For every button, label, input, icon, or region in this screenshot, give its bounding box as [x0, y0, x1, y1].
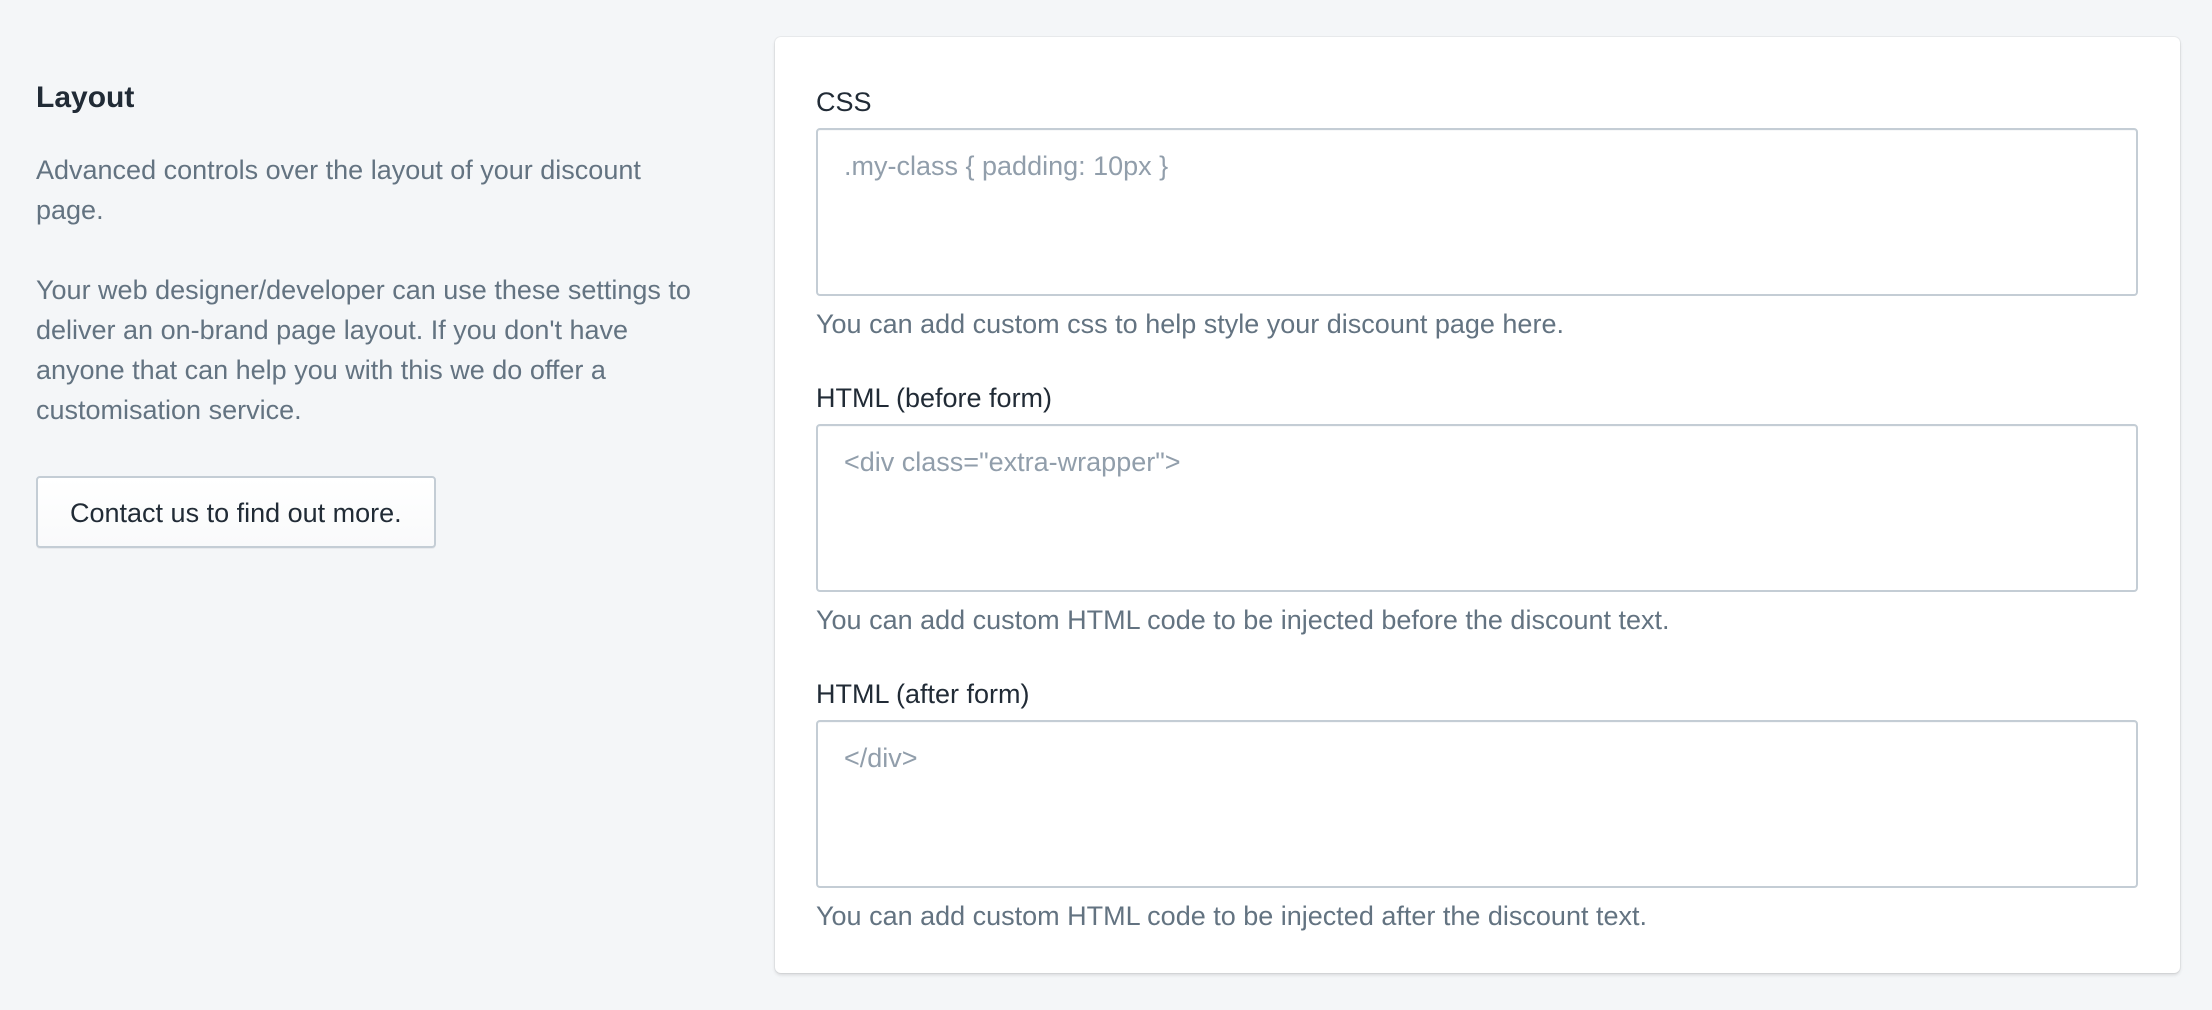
- html-before-textarea[interactable]: [816, 424, 2138, 592]
- section-title: Layout: [36, 81, 135, 114]
- html-after-textarea[interactable]: [816, 720, 2138, 888]
- html-after-field: HTML (after form) You can add custom HTM…: [816, 674, 2139, 936]
- layout-settings-section: Layout Advanced controls over the layout…: [0, 0, 2212, 1010]
- css-field: CSS You can add custom css to help style…: [816, 82, 2139, 344]
- section-description: Advanced controls over the layout of you…: [36, 155, 641, 225]
- contact-us-button[interactable]: Contact us to find out more.: [36, 476, 436, 548]
- css-textarea[interactable]: [816, 128, 2138, 296]
- html-after-label: HTML (after form): [816, 679, 1030, 709]
- section-details: Your web designer/developer can use thes…: [36, 275, 691, 425]
- html-before-label: HTML (before form): [816, 383, 1053, 413]
- html-before-field: HTML (before form) You can add custom HT…: [816, 378, 2139, 640]
- css-label: CSS: [816, 87, 872, 117]
- layout-settings-card: CSS You can add custom css to help style…: [775, 37, 2180, 973]
- css-help-text: You can add custom css to help style you…: [816, 309, 1564, 339]
- section-annotation: Layout Advanced controls over the layout…: [36, 78, 706, 548]
- html-before-help-text: You can add custom HTML code to be injec…: [816, 605, 1670, 635]
- html-after-help-text: You can add custom HTML code to be injec…: [816, 901, 1647, 931]
